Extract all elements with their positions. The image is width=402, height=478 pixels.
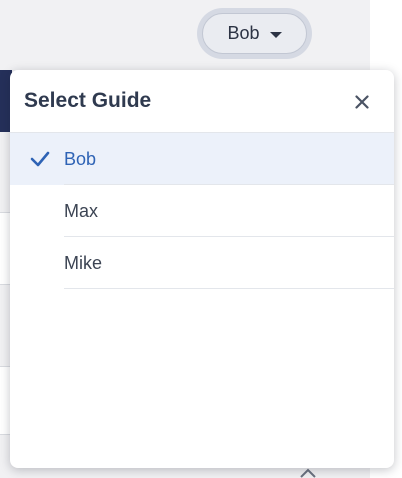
guide-option-list: Bob Max Mike <box>10 133 394 289</box>
popover-title: Select Guide <box>24 89 152 112</box>
app-screen: Bob Select Guide Bob Max Mike <box>0 0 402 478</box>
check-icon <box>30 151 50 167</box>
guide-selector-pill[interactable]: Bob <box>202 13 307 54</box>
guide-option-bob[interactable]: Bob <box>10 133 394 185</box>
guide-option-mike[interactable]: Mike <box>10 237 394 289</box>
close-button[interactable] <box>350 90 374 114</box>
guide-option-label: Bob <box>64 148 97 169</box>
popover-header: Select Guide <box>10 70 394 133</box>
guide-selector-button[interactable]: Bob <box>197 8 312 59</box>
guide-option-label: Max <box>64 200 99 221</box>
select-guide-popover: Select Guide Bob Max Mike <box>10 70 394 468</box>
guide-option-label: Mike <box>64 252 103 273</box>
close-icon <box>355 95 369 109</box>
divider <box>64 288 394 289</box>
caret-down-icon <box>269 31 282 38</box>
guide-selector-label: Bob <box>227 23 260 43</box>
chevron-up-icon[interactable] <box>298 468 318 478</box>
guide-option-max[interactable]: Max <box>10 185 394 237</box>
